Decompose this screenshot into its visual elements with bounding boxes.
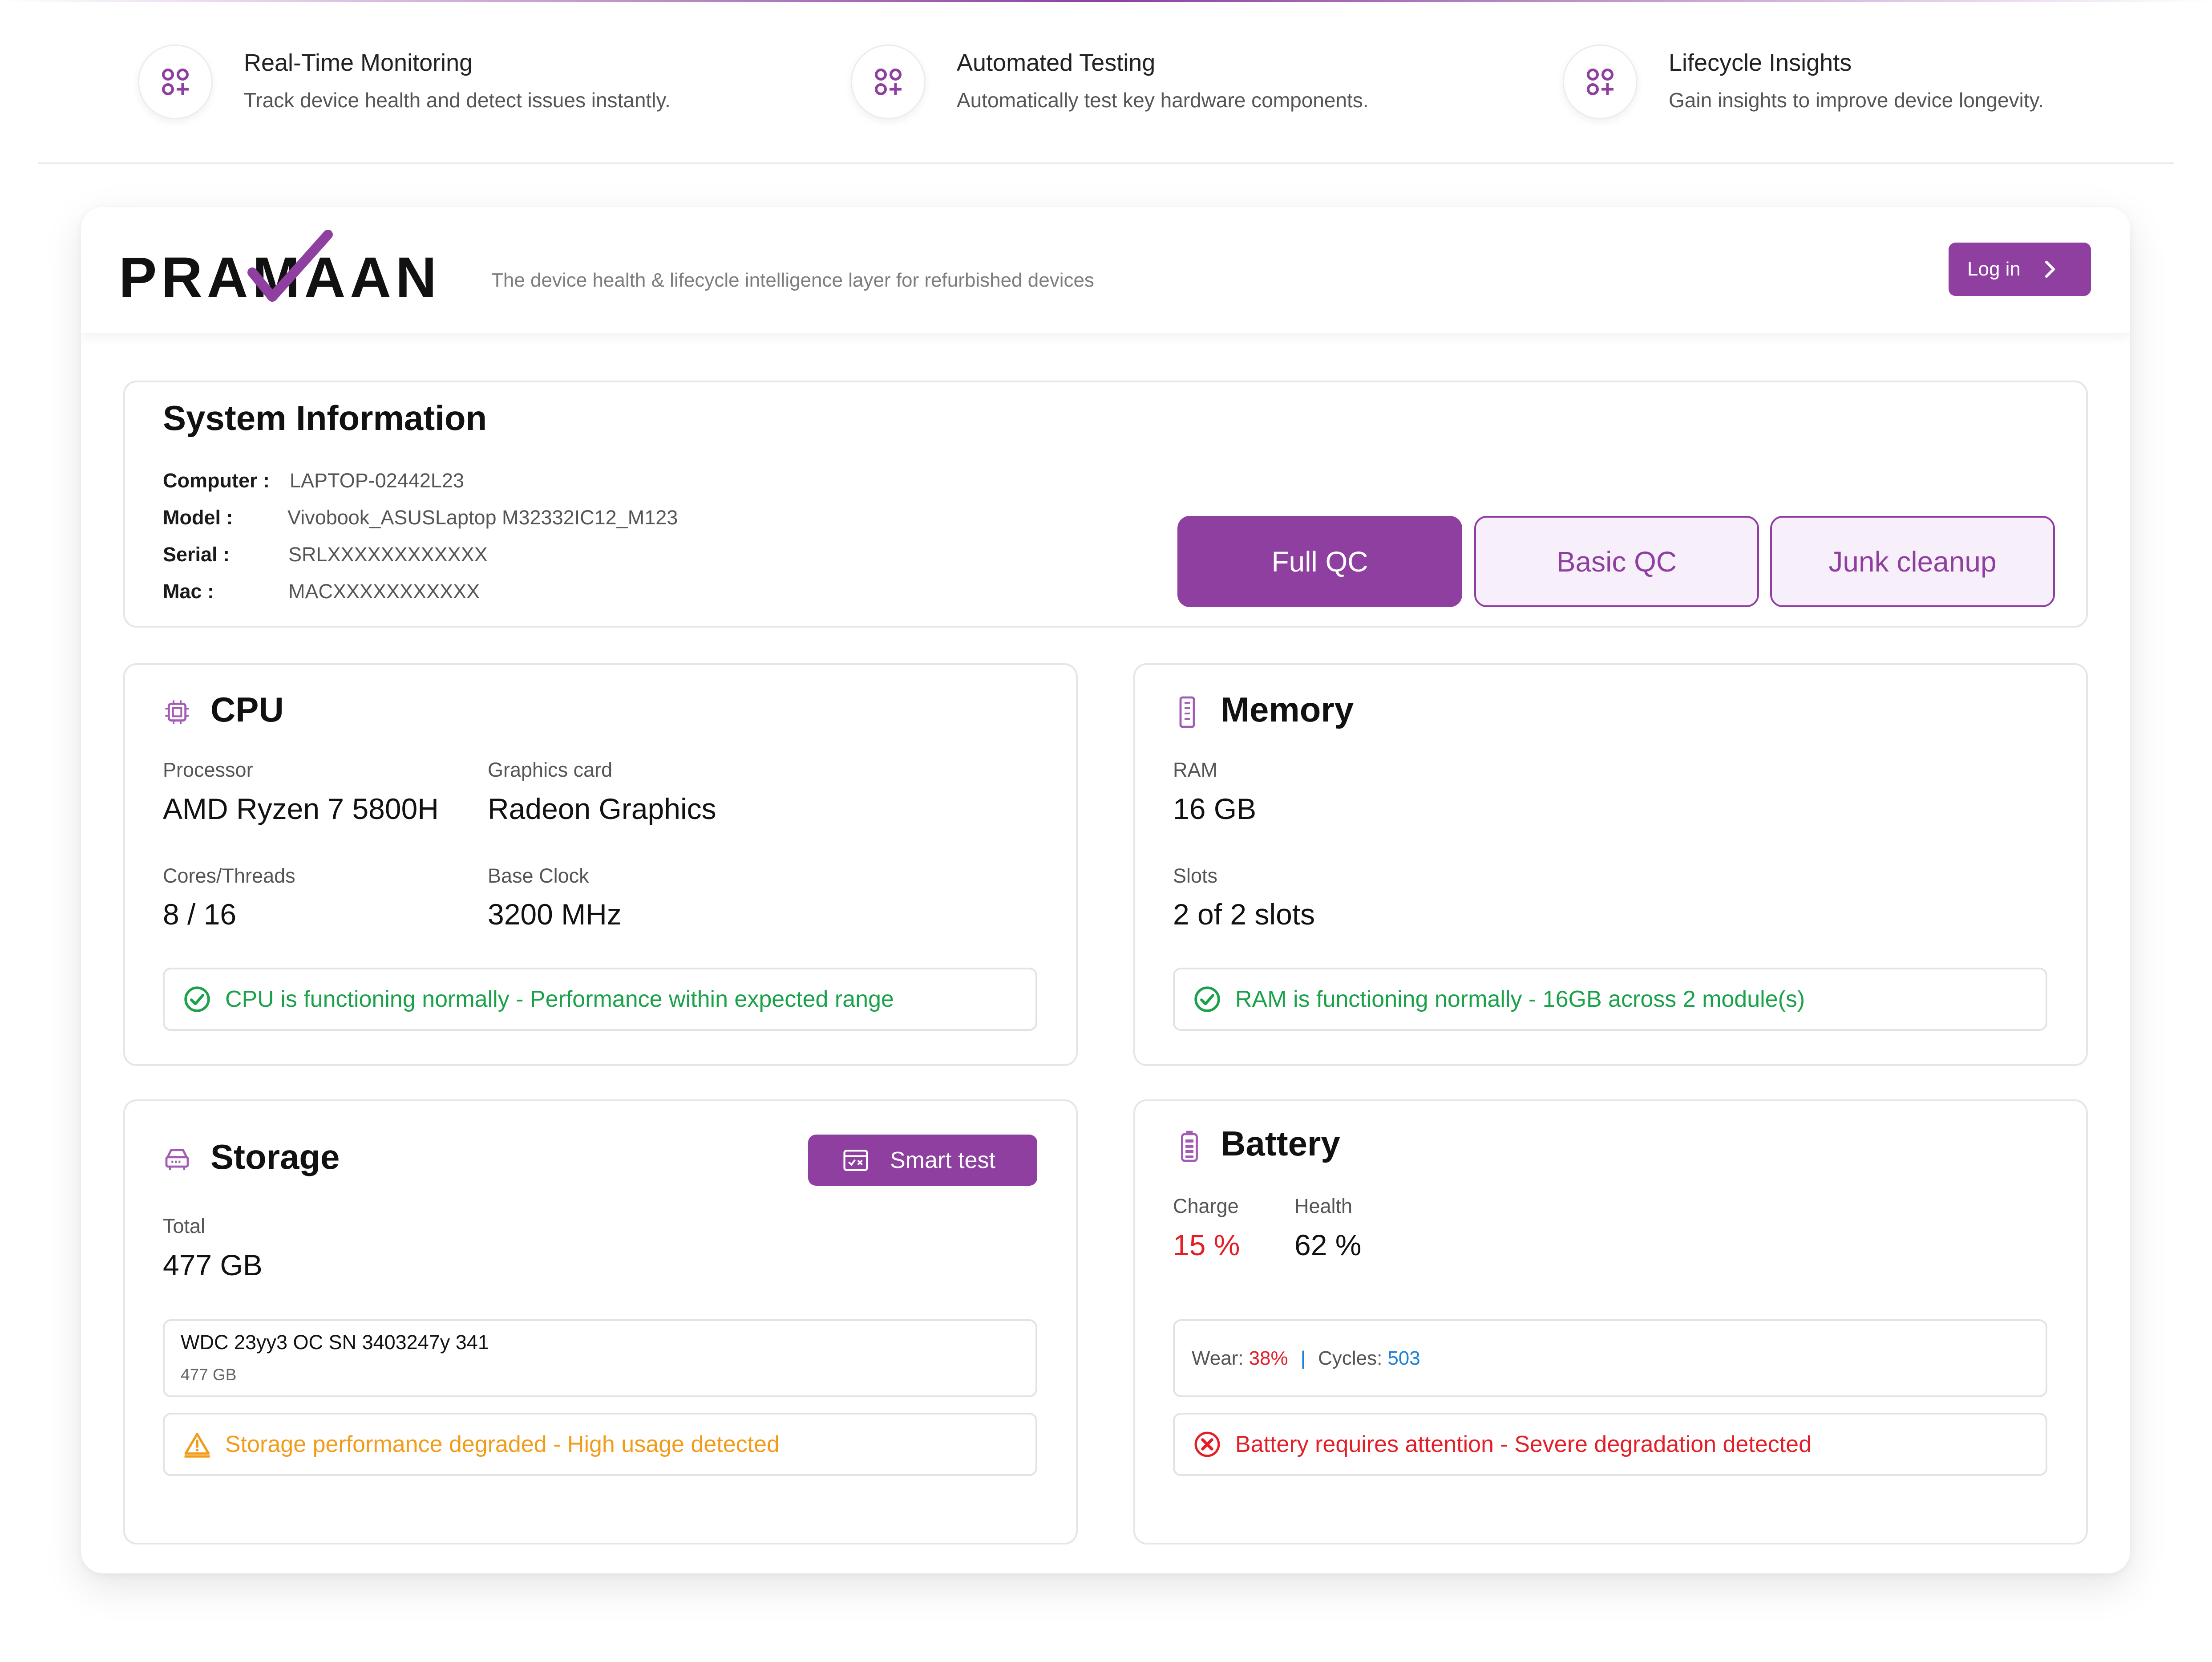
feature-title: Real-Time Monitoring bbox=[244, 49, 473, 76]
memory-module-icon bbox=[1179, 696, 1195, 728]
storage-card: Storage Smart test Total 477 GB WDC 23yy… bbox=[123, 1099, 1078, 1544]
warning-icon bbox=[184, 1433, 210, 1458]
login-button[interactable]: Log in bbox=[1949, 243, 2091, 296]
app-window: PRAMAAN The device health & lifecycle in… bbox=[81, 207, 2130, 1573]
feature-description: Track device health and detect issues in… bbox=[244, 89, 671, 112]
processor-value: AMD Ryzen 7 5800H bbox=[163, 792, 439, 825]
system-information-panel: System Information Computer : LAPTOP-024… bbox=[123, 381, 2088, 628]
cpu-title: CPU bbox=[210, 690, 284, 729]
feature-description: Gain insights to improve device longevit… bbox=[1669, 89, 2044, 112]
apps-add-icon bbox=[851, 45, 926, 119]
battery-icon bbox=[1181, 1131, 1198, 1162]
ram-value: 16 GB bbox=[1173, 792, 1257, 825]
apps-add-icon bbox=[1563, 45, 1638, 119]
cpu-chip-icon bbox=[165, 700, 189, 724]
smart-test-label: Smart test bbox=[890, 1147, 995, 1173]
system-information-title: System Information bbox=[163, 398, 487, 438]
junk-cleanup-button[interactable]: Junk cleanup bbox=[1770, 516, 2055, 607]
error-circle-icon bbox=[1194, 1431, 1220, 1457]
chevron-right-icon bbox=[2045, 261, 2055, 278]
processor-label: Processor bbox=[163, 758, 253, 781]
storage-status-text: Storage performance degraded - High usag… bbox=[225, 1431, 780, 1457]
drive-size: 477 GB bbox=[181, 1366, 237, 1384]
wear-cycles-separator: | bbox=[1300, 1347, 1306, 1369]
system-value: MACXXXXXXXXXXX bbox=[288, 580, 480, 603]
health-value: 62 % bbox=[1294, 1228, 1362, 1261]
storage-drive-icon bbox=[165, 1149, 189, 1170]
header-tagline: The device health & lifecycle intelligen… bbox=[491, 269, 1094, 291]
feature-description: Automatically test key hardware componen… bbox=[957, 89, 1369, 112]
memory-status: RAM is functioning normally - 16GB acros… bbox=[1173, 968, 2047, 1031]
drive-name: WDC 23yy3 OC SN 3403247y 341 bbox=[181, 1331, 489, 1354]
smart-test-button[interactable]: Smart test bbox=[808, 1135, 1037, 1186]
system-key: Model : bbox=[163, 506, 233, 529]
logo-text: PRAMAAN bbox=[119, 246, 441, 306]
cycles-label: Cycles: bbox=[1318, 1347, 1383, 1369]
check-circle-icon bbox=[1194, 986, 1220, 1012]
slots-value: 2 of 2 slots bbox=[1173, 898, 1315, 931]
charge-label: Charge bbox=[1173, 1195, 1239, 1217]
memory-card: Memory RAM 16 GB Slots 2 of 2 slots RAM … bbox=[1133, 663, 2088, 1066]
feature-title: Lifecycle Insights bbox=[1669, 49, 1852, 76]
battery-card: Battery Charge 15 % Health 62 % Wear: 38… bbox=[1133, 1099, 2088, 1544]
cores-threads-label: Cores/Threads bbox=[163, 864, 295, 887]
cycles-value: 503 bbox=[1387, 1347, 1420, 1369]
calendar-check-icon bbox=[843, 1150, 868, 1171]
total-storage-label: Total bbox=[163, 1215, 206, 1237]
cores-threads-value: 8 / 16 bbox=[163, 898, 237, 931]
system-value: LAPTOP-02442L23 bbox=[290, 469, 464, 492]
feature-real-time-monitoring: Real-Time Monitoring Track device health… bbox=[138, 45, 805, 125]
apps-add-icon bbox=[138, 45, 213, 119]
base-clock-label: Base Clock bbox=[488, 864, 589, 887]
system-key: Computer : bbox=[163, 469, 270, 492]
check-circle-icon bbox=[184, 986, 210, 1012]
slots-label: Slots bbox=[1173, 864, 1218, 887]
system-key: Mac : bbox=[163, 580, 214, 603]
feature-divider bbox=[38, 162, 2174, 164]
pramaan-logo: PRAMAAN bbox=[119, 230, 441, 306]
cpu-status-text: CPU is functioning normally - Performanc… bbox=[225, 986, 894, 1012]
battery-title: Battery bbox=[1221, 1124, 1340, 1163]
cpu-status: CPU is functioning normally - Performanc… bbox=[163, 968, 1037, 1031]
system-value: SRLXXXXXXXXXXXX bbox=[288, 543, 488, 566]
basic-qc-button[interactable]: Basic QC bbox=[1474, 516, 1759, 607]
drive-item: WDC 23yy3 OC SN 3403247y 341 477 GB bbox=[163, 1319, 1037, 1397]
graphics-card-label: Graphics card bbox=[488, 758, 613, 781]
ram-label: RAM bbox=[1173, 758, 1217, 781]
wear-value: 38% bbox=[1249, 1347, 1288, 1369]
feature-title: Automated Testing bbox=[957, 49, 1156, 76]
wear-label: Wear: bbox=[1192, 1347, 1244, 1369]
storage-status: Storage performance degraded - High usag… bbox=[163, 1413, 1037, 1476]
graphics-card-value: Radeon Graphics bbox=[488, 792, 716, 825]
base-clock-value: 3200 MHz bbox=[488, 898, 622, 931]
memory-title: Memory bbox=[1221, 690, 1354, 729]
health-label: Health bbox=[1294, 1195, 1353, 1217]
charge-value: 15 % bbox=[1173, 1228, 1240, 1261]
app-header: PRAMAAN The device health & lifecycle in… bbox=[81, 207, 2130, 333]
battery-status: Battery requires attention - Severe degr… bbox=[1173, 1413, 2047, 1476]
feature-lifecycle-insights: Lifecycle Insights Gain insights to impr… bbox=[1563, 45, 2204, 125]
storage-title: Storage bbox=[210, 1137, 340, 1176]
system-value: Vivobook_ASUSLaptop M32332IC12_M123 bbox=[287, 506, 678, 529]
total-storage-value: 477 GB bbox=[163, 1249, 263, 1281]
cpu-card: CPU Processor AMD Ryzen 7 5800H Graphics… bbox=[123, 663, 1078, 1066]
login-button-label: Log in bbox=[1967, 258, 2021, 280]
memory-status-text: RAM is functioning normally - 16GB acros… bbox=[1235, 986, 1805, 1012]
battery-wear-cycles: Wear: 38% | Cycles: 503 bbox=[1173, 1319, 2047, 1397]
battery-status-text: Battery requires attention - Severe degr… bbox=[1235, 1431, 1812, 1457]
feature-automated-testing: Automated Testing Automatically test key… bbox=[851, 45, 1518, 125]
feature-strip: Real-Time Monitoring Track device health… bbox=[0, 0, 2212, 164]
full-qc-button[interactable]: Full QC bbox=[1177, 516, 1462, 607]
system-key: Serial : bbox=[163, 543, 230, 566]
